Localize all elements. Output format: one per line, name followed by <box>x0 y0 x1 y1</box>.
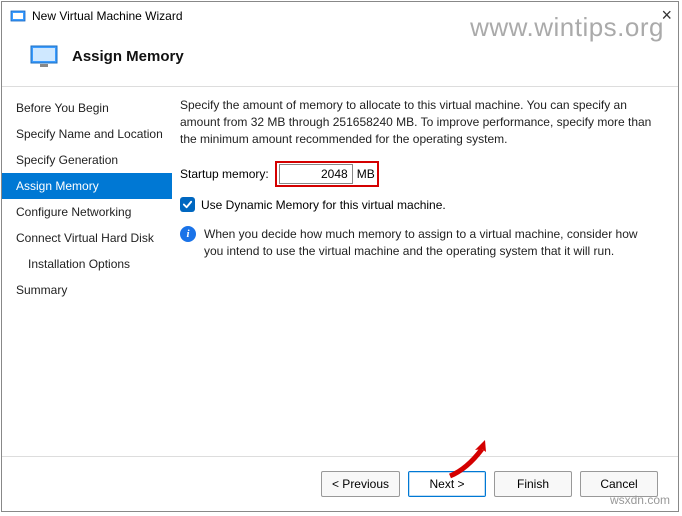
step-specify-name[interactable]: Specify Name and Location <box>2 121 172 147</box>
finish-button[interactable]: Finish <box>494 471 572 497</box>
step-configure-networking[interactable]: Configure Networking <box>2 199 172 225</box>
close-button[interactable]: × <box>661 5 672 26</box>
wizard-steps-sidebar: Before You Begin Specify Name and Locati… <box>2 87 172 447</box>
monitor-icon <box>30 44 58 68</box>
info-text: When you decide how much memory to assig… <box>204 226 654 260</box>
window-title: New Virtual Machine Wizard <box>32 9 183 23</box>
info-icon: i <box>180 226 196 242</box>
step-summary[interactable]: Summary <box>2 277 172 303</box>
footer-divider <box>2 456 678 457</box>
content-area: Before You Begin Specify Name and Locati… <box>2 87 678 447</box>
page-title: Assign Memory <box>72 48 184 65</box>
memory-description: Specify the amount of memory to allocate… <box>180 97 654 147</box>
titlebar: New Virtual Machine Wizard × <box>2 2 678 30</box>
highlight-box: MB <box>275 161 379 187</box>
dynamic-memory-checkbox[interactable] <box>180 197 195 212</box>
startup-memory-input[interactable] <box>279 164 353 184</box>
main-panel: Specify the amount of memory to allocate… <box>172 87 678 447</box>
dynamic-memory-label: Use Dynamic Memory for this virtual mach… <box>201 198 446 212</box>
step-connect-vhd[interactable]: Connect Virtual Hard Disk <box>2 225 172 251</box>
startup-memory-label: Startup memory: <box>180 167 269 181</box>
previous-button[interactable]: < Previous <box>321 471 400 497</box>
info-row: i When you decide how much memory to ass… <box>180 226 654 260</box>
step-specify-generation[interactable]: Specify Generation <box>2 147 172 173</box>
next-button[interactable]: Next > <box>408 471 486 497</box>
app-icon <box>10 8 26 24</box>
step-installation-options[interactable]: Installation Options <box>2 251 172 277</box>
startup-memory-row: Startup memory: MB <box>180 161 654 187</box>
memory-unit: MB <box>357 167 375 181</box>
step-assign-memory[interactable]: Assign Memory <box>2 173 172 199</box>
dynamic-memory-row: Use Dynamic Memory for this virtual mach… <box>180 197 654 212</box>
wizard-footer: < Previous Next > Finish Cancel <box>321 471 658 497</box>
step-before-you-begin[interactable]: Before You Begin <box>2 95 172 121</box>
wizard-window: New Virtual Machine Wizard × www.wintips… <box>1 1 679 512</box>
wizard-header: Assign Memory <box>2 30 678 86</box>
cancel-button[interactable]: Cancel <box>580 471 658 497</box>
